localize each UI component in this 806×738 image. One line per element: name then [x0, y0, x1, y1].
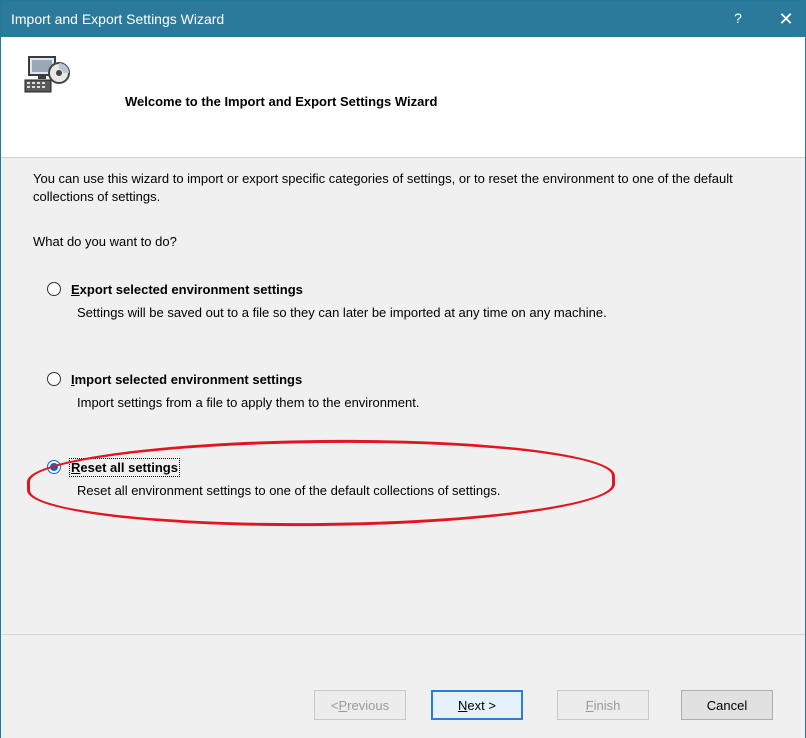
- export-label[interactable]: Export selected environment settings: [71, 282, 303, 297]
- question-text: What do you want to do?: [33, 234, 177, 249]
- wizard-heading: Welcome to the Import and Export Setting…: [125, 94, 438, 109]
- reset-description: Reset all environment settings to one of…: [77, 483, 501, 498]
- import-description: Import settings from a file to apply the…: [77, 395, 420, 410]
- wizard-header: Welcome to the Import and Export Setting…: [1, 37, 805, 158]
- title-bar[interactable]: Import and Export Settings Wizard ? ✕: [1, 1, 805, 37]
- wizard-content: You can use this wizard to import or exp…: [1, 158, 805, 634]
- option-reset[interactable]: Reset all settings Reset all environment…: [47, 457, 767, 498]
- reset-label[interactable]: Reset all settings: [69, 457, 180, 477]
- close-icon[interactable]: ✕: [767, 1, 805, 37]
- option-import[interactable]: Import selected environment settings Imp…: [47, 369, 767, 410]
- next-button[interactable]: Next >: [431, 690, 523, 720]
- reset-radio[interactable]: [47, 460, 61, 474]
- export-description: Settings will be saved out to a file so …: [77, 305, 607, 320]
- help-icon[interactable]: ?: [729, 10, 747, 26]
- intro-text: You can use this wizard to import or exp…: [33, 171, 733, 204]
- previous-button[interactable]: < Previous: [314, 690, 406, 720]
- option-export[interactable]: Export selected environment settings Set…: [47, 279, 767, 320]
- cancel-button[interactable]: Cancel: [681, 690, 773, 720]
- import-radio[interactable]: [47, 372, 61, 386]
- wizard-footer: < Previous Next > Finish Cancel: [1, 634, 805, 738]
- window-title: Import and Export Settings Wizard: [11, 11, 225, 27]
- finish-button[interactable]: Finish: [557, 690, 649, 720]
- import-label[interactable]: Import selected environment settings: [71, 372, 302, 387]
- wizard-window: Import and Export Settings Wizard ? ✕ We…: [0, 0, 806, 738]
- export-radio[interactable]: [47, 282, 61, 296]
- computer-settings-wizard-icon: [24, 56, 70, 93]
